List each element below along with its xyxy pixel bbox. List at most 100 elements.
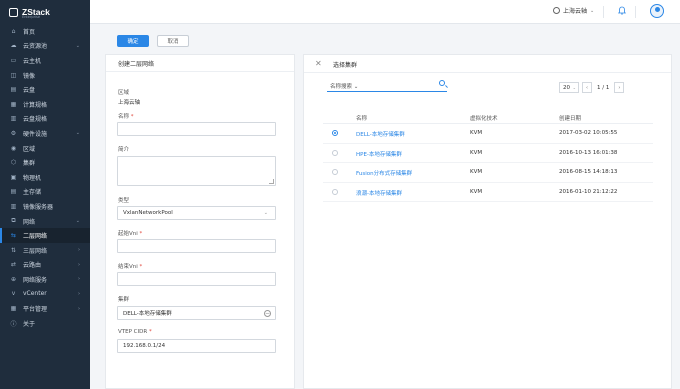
cluster-icon: ⬡ xyxy=(10,159,17,167)
chevron-icon: ⌄ xyxy=(75,42,80,49)
l2-network-icon: ⇆ xyxy=(10,232,17,240)
description-textarea[interactable] xyxy=(117,156,276,186)
home-icon: ⌂ xyxy=(11,27,16,35)
vm-icon: ▭ xyxy=(10,56,17,64)
sidebar-item-label: 区域 xyxy=(23,145,36,153)
sidebar-item-11[interactable]: ▤ 主存储 xyxy=(0,185,90,200)
bell-icon[interactable] xyxy=(618,6,628,16)
sidebar-item-label: 云资源池 xyxy=(23,43,48,51)
end-vni-label: 结束Vni * xyxy=(118,264,143,270)
created-date-cell: 2016-08-15 14:18:13 xyxy=(559,169,618,175)
sidebar-item-label: vCenter xyxy=(23,290,47,298)
row-radio[interactable] xyxy=(332,149,338,156)
zone-label: 区域 xyxy=(118,90,130,96)
start-vni-input[interactable] xyxy=(117,239,276,253)
disk-offering-icon: ▥ xyxy=(10,115,17,123)
name-input[interactable] xyxy=(117,122,276,136)
table-row[interactable]: DELL-本地存储集群 KVM 2017-03-02 10:05:55 xyxy=(323,124,653,144)
sidebar-item-7[interactable]: ⚙ 硬件设施 ⌄ xyxy=(0,126,90,141)
created-date-cell: 2017-03-02 10:05:55 xyxy=(559,130,618,136)
sidebar-item-1[interactable]: ☁ 云资源池 ⌄ xyxy=(0,39,90,54)
prev-page-button[interactable]: ‹ xyxy=(582,82,592,93)
row-radio[interactable] xyxy=(332,188,338,195)
avatar[interactable] xyxy=(650,4,664,18)
next-page-button[interactable]: › xyxy=(614,82,625,93)
sidebar-item-label: 云路由 xyxy=(23,262,42,270)
zone-name: 上海云轴 xyxy=(563,8,588,15)
search-icon[interactable] xyxy=(439,80,445,86)
column-header-name[interactable]: 名称 xyxy=(356,114,367,122)
table-row[interactable]: HPE-本地存储集群 KVM 2016-10-13 16:01:38 xyxy=(323,144,653,163)
column-header-hypervisor[interactable]: 虚拟化技术 xyxy=(470,114,498,122)
sidebar-item-8[interactable]: ◉ 区域 xyxy=(0,141,90,156)
zone-value: 上海云轴 xyxy=(118,100,141,106)
sidebar-item-4[interactable]: ▤ 云盘 xyxy=(0,82,90,97)
minus-circle-icon[interactable]: − xyxy=(264,310,271,317)
chevron-down-icon: ⌄ xyxy=(590,7,595,14)
sidebar-item-17[interactable]: ⊕ 网络服务 › xyxy=(0,272,90,287)
sidebar-item-label: 平台管理 xyxy=(23,306,48,314)
cluster-name-link[interactable]: HPE-本地存储集群 xyxy=(356,150,402,158)
sidebar-item-10[interactable]: ▣ 物理机 xyxy=(0,170,90,185)
sidebar-item-label: 三层网络 xyxy=(23,247,48,255)
cancel-button[interactable]: 取消 xyxy=(157,35,189,47)
about-icon: ⓘ xyxy=(10,320,17,328)
form-title: 创建二层网络 xyxy=(106,55,294,72)
sidebar-item-2[interactable]: ▭ 云主机 xyxy=(0,53,90,68)
zstack-logo-icon xyxy=(9,7,18,17)
sidebar-item-label: 主存储 xyxy=(23,189,42,197)
page-size-select[interactable]: 20 ⌄ xyxy=(559,82,579,93)
sidebar-item-14[interactable]: ⇆ 二层网络 xyxy=(0,228,90,243)
router-icon: ⇄ xyxy=(10,261,17,269)
chevron-icon: ⌄ xyxy=(75,218,80,225)
brand-edition: Enterprise xyxy=(22,15,41,19)
sidebar-item-0[interactable]: ⌂ 首页 xyxy=(0,24,90,39)
cluster-field-value: DELL-本地存储集群 xyxy=(123,311,172,317)
created-date-cell: 2016-01-10 21:12:22 xyxy=(559,188,618,195)
chevron-icon: › xyxy=(78,261,80,268)
sidebar-item-label: 集群 xyxy=(23,160,36,168)
chevron-icon: › xyxy=(78,305,80,312)
close-icon[interactable]: ✕ xyxy=(315,59,322,68)
hardware-icon: ⚙ xyxy=(10,129,17,137)
sidebar-item-16[interactable]: ⇄ 云路由 › xyxy=(0,258,90,273)
hypervisor-cell: KVM xyxy=(470,188,483,195)
zone-icon: ◉ xyxy=(10,144,17,152)
cluster-name-link[interactable]: Fusion分布式存储集群 xyxy=(356,169,412,177)
sidebar-item-6[interactable]: ▥ 云盘规格 xyxy=(0,112,90,127)
brand[interactable]: ZStack Enterprise xyxy=(0,0,90,24)
search-input[interactable]: 名称搜索 ⌄ xyxy=(327,80,447,92)
sidebar-item-label: 关于 xyxy=(23,320,36,328)
hypervisor-cell: KVM xyxy=(470,149,483,156)
ok-button[interactable]: 确定 xyxy=(117,35,149,47)
table-row[interactable]: 浪潮-本地存储集群 KVM 2016-01-10 21:12:22 xyxy=(323,183,653,202)
cluster-field[interactable]: DELL-本地存储集群 − xyxy=(117,306,276,320)
cluster-name-link[interactable]: 浪潮-本地存储集群 xyxy=(356,189,402,197)
row-radio[interactable] xyxy=(332,130,338,136)
type-select[interactable]: VxlanNetworkPool ⌄ xyxy=(117,206,276,220)
vtep-cidr-input[interactable]: 192.168.0.1/24 xyxy=(117,339,276,353)
description-label: 简介 xyxy=(118,147,130,153)
column-header-created[interactable]: 创建日期 xyxy=(559,114,581,122)
sidebar-item-9[interactable]: ⬡ 集群 xyxy=(0,155,90,170)
sidebar-item-12[interactable]: ▥ 镜像服务器 xyxy=(0,199,90,214)
chevron-icon: › xyxy=(78,290,80,297)
zone-selector[interactable]: 上海云轴 ⌄ xyxy=(553,6,594,15)
created-date-cell: 2016-10-13 16:01:38 xyxy=(559,149,618,156)
sidebar-item-15[interactable]: ⇅ 三层网络 › xyxy=(0,243,90,258)
sidebar-item-3[interactable]: ◫ 镜像 xyxy=(0,68,90,83)
row-radio[interactable] xyxy=(332,169,338,175)
create-l2-network-form: 创建二层网络 区域 上海云轴 名称 * 简介 类型 VxlanNetworkPo… xyxy=(105,54,295,389)
sidebar-item-5[interactable]: ▦ 计算规格 xyxy=(0,97,90,112)
network-service-icon: ⊕ xyxy=(10,275,17,283)
chevron-icon: › xyxy=(78,247,80,254)
sidebar-item-19[interactable]: ▦ 平台管理 › xyxy=(0,301,90,316)
end-vni-input[interactable] xyxy=(117,272,276,286)
cluster-label: 集群 xyxy=(118,297,130,303)
sidebar-item-18[interactable]: v vCenter › xyxy=(0,287,90,302)
search-filter-dropdown[interactable]: 名称搜索 ⌄ xyxy=(330,82,358,90)
sidebar-item-20[interactable]: ⓘ 关于 xyxy=(0,316,90,331)
cluster-name-link[interactable]: DELL-本地存储集群 xyxy=(356,130,405,138)
table-row[interactable]: Fusion分布式存储集群 KVM 2016-08-15 14:18:13 xyxy=(323,163,653,183)
sidebar-item-13[interactable]: ⧉ 网络 ⌄ xyxy=(0,214,90,229)
